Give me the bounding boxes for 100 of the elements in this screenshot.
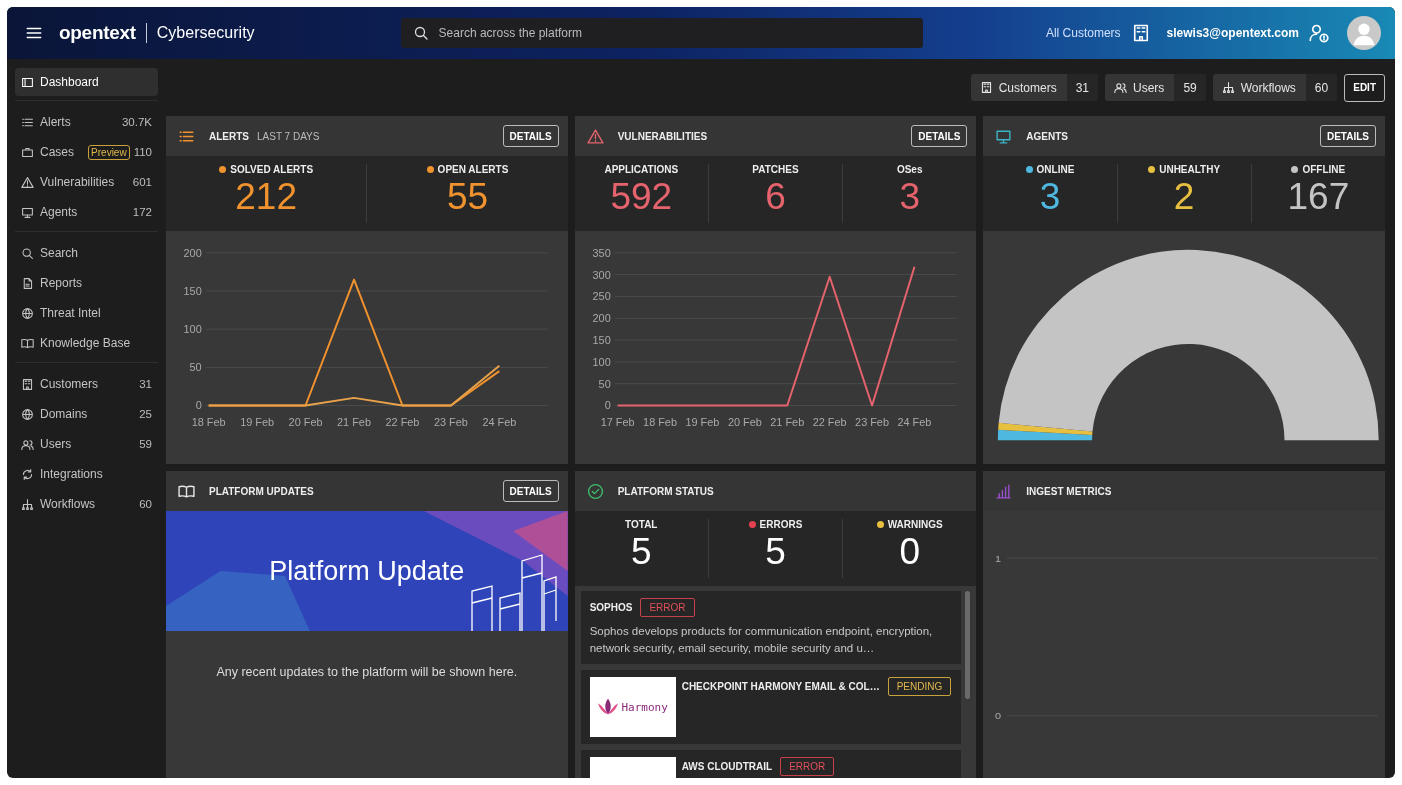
y-axis-label: 0 (604, 399, 611, 412)
x-axis-label: 21 Feb (769, 416, 804, 429)
stat-value: 5 (765, 530, 786, 574)
y-axis-label: 200 (183, 246, 202, 259)
stat-value: 55 (446, 175, 489, 219)
sidebar-item[interactable]: Domains 25 (15, 399, 158, 429)
sidebar-item[interactable]: Reports (15, 268, 158, 298)
y-axis-label: 0 (995, 710, 1002, 722)
x-axis-label: 24 Feb (897, 416, 932, 429)
stat-value: 592 (610, 175, 673, 219)
x-axis-label: 18 Feb (642, 416, 677, 429)
sidebar-item[interactable]: Vulnerabilities 601 (15, 167, 158, 197)
x-axis-label: 22 Feb (385, 416, 420, 429)
warning-icon (21, 175, 34, 189)
details-button[interactable]: DETAILS (911, 125, 968, 147)
integration-item[interactable]: Harmony CHECKPOINT HARMONY EMAIL & COL… PENDING (580, 670, 962, 744)
user-alert-icon[interactable] (1309, 23, 1329, 43)
sidebar-item[interactable]: Cases Preview 110 (15, 137, 158, 167)
y-axis-label: 200 (592, 312, 611, 325)
sidebar-item[interactable]: Users 59 (15, 429, 158, 459)
stat-value: 6 (765, 175, 786, 219)
item-count: 31 (139, 378, 152, 390)
sidebar-item[interactable]: Workflows 60 (15, 489, 158, 519)
search-field[interactable]: Search across the platform (400, 18, 923, 48)
stat-value: 212 (235, 175, 298, 219)
globe-icon (21, 306, 34, 320)
sidebar-item[interactable]: Customers 31 (15, 369, 158, 399)
chip-count: 59 (1174, 74, 1206, 101)
monitor-icon (995, 127, 1013, 145)
stat-value: 0 (899, 530, 920, 574)
card-title: AGENTS (1026, 130, 1068, 142)
item-count: 30.7K (121, 116, 152, 128)
integration-name: SOPHOS (589, 602, 633, 613)
y-axis-label: 350 (592, 246, 611, 259)
status-badge: ERROR (640, 598, 695, 617)
sidebar-icon (21, 75, 34, 89)
warning-icon (586, 127, 604, 145)
summary-chip[interactable]: Users 59 (1105, 74, 1206, 101)
item-count: 60 (139, 498, 152, 510)
x-axis-label: 23 Feb (854, 416, 889, 429)
sidebar-item[interactable]: Threat Intel (15, 298, 158, 328)
customer-scope-link[interactable]: All Customers (1045, 26, 1121, 40)
details-button[interactable]: DETAILS (1319, 125, 1376, 147)
y-axis-label: 300 (592, 268, 611, 281)
integration-name: CHECKPOINT HARMONY EMAIL & COL… (681, 681, 880, 692)
stat-value: 3 (899, 175, 920, 219)
sidebar-item[interactable]: Knowledge Base (15, 328, 158, 358)
logo-text: Harmony (621, 700, 668, 714)
x-axis-label: 20 Feb (727, 416, 762, 429)
integration-item[interactable]: SOPHOS ERROR Sophos develops products for communication endpoint, encryption, network security, email security, mobile security and u… (580, 591, 962, 664)
integration-item[interactable]: AWS CLOUDTRAIL ERROR (580, 750, 962, 778)
y-axis-label: 0 (195, 399, 202, 412)
y-axis-label: 100 (183, 323, 202, 336)
status-badge: ERROR (780, 757, 835, 776)
x-axis-label: 23 Feb (433, 416, 468, 429)
summary-chip[interactable]: Workflows 60 (1212, 74, 1338, 101)
x-axis-label: 24 Feb (482, 416, 517, 429)
avatar[interactable] (1347, 16, 1381, 50)
stat-label: PATCHES (752, 164, 799, 175)
edit-button[interactable]: EDIT (1344, 73, 1385, 102)
card-title: INGEST METRICS (1026, 485, 1112, 497)
card-title: ALERTS (209, 130, 249, 142)
building-icon (979, 81, 993, 94)
users-icon (1114, 81, 1128, 94)
item-count: 110 (133, 146, 152, 158)
summary-chip[interactable]: Customers 31 (970, 74, 1099, 101)
stat-label: TOTAL (625, 519, 658, 530)
stat-value: 167 (1287, 175, 1350, 219)
details-button[interactable]: DETAILS (502, 125, 559, 147)
brand-logo: opentext (59, 22, 136, 44)
stat-label: OFFLINE (1302, 164, 1346, 175)
x-axis-label: 19 Feb (240, 416, 275, 429)
preview-badge: Preview (88, 144, 130, 160)
search-icon (412, 25, 429, 41)
sidebar-item[interactable]: Agents 172 (15, 197, 158, 227)
bar-chart-icon (995, 482, 1013, 500)
sidebar-item[interactable]: Dashboard (15, 68, 158, 96)
y-axis-label: 1 (995, 553, 1002, 564)
chip-count: 60 (1305, 74, 1338, 101)
y-axis-label: 50 (189, 361, 202, 374)
scrollbar-thumb[interactable] (965, 591, 971, 699)
integration-name: AWS CLOUDTRAIL (681, 761, 773, 772)
stat-label: WARNINGS (887, 519, 943, 530)
monitor-icon (21, 205, 34, 219)
x-axis-label: 17 Feb (600, 416, 635, 429)
user-email: slewis3@opentext.com (1166, 26, 1299, 40)
item-count: 601 (132, 176, 152, 188)
stat-value: 5 (630, 530, 652, 574)
item-count: 172 (132, 206, 152, 218)
details-button[interactable]: DETAILS (502, 480, 559, 502)
sidebar-item[interactable]: Integrations (15, 459, 158, 489)
stat-label: OPEN ALERTS (437, 164, 509, 175)
y-axis-label: 150 (183, 284, 202, 297)
sidebar-item[interactable]: Search (15, 238, 158, 268)
book-icon (21, 336, 34, 350)
x-axis-label: 18 Feb (191, 416, 226, 429)
y-axis-label: 50 (598, 377, 611, 390)
search-icon (21, 246, 34, 260)
hierarchy-icon (1221, 81, 1235, 94)
sidebar-item[interactable]: Alerts 30.7K (15, 107, 158, 137)
